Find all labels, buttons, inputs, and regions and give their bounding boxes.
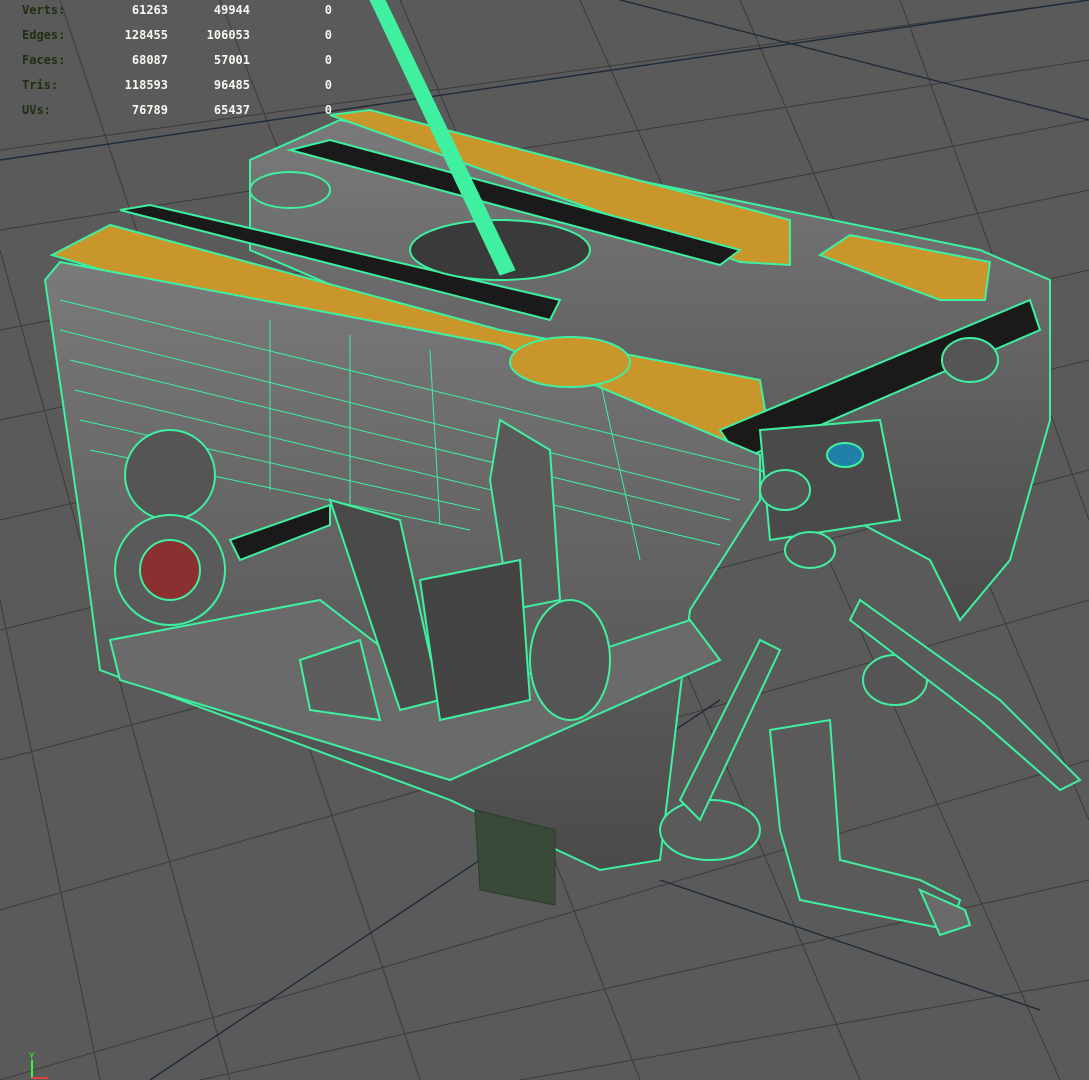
hud-value-components: 0 — [324, 3, 332, 17]
hud-value-selected: 57001 — [213, 53, 250, 67]
hud-label: Verts: — [22, 3, 66, 17]
hud-value-object: 68087 — [131, 53, 168, 67]
hud-value-object: 128455 — [124, 28, 168, 42]
viewport-scene[interactable] — [0, 0, 1089, 1080]
hud-value-components: 0 — [324, 53, 332, 67]
hud-value-selected: 49944 — [213, 3, 250, 17]
hud-label: Faces: — [22, 53, 66, 67]
hud-label: Edges: — [22, 28, 66, 42]
hud-value-components: 0 — [324, 28, 332, 42]
hud-label: Tris: — [22, 78, 59, 92]
3d-viewport[interactable]: Verts: 61263 49944 0 Edges: 128455 10605… — [0, 0, 1089, 1080]
hud-value-selected: 96485 — [213, 78, 250, 92]
hud-value-object: 76789 — [131, 103, 168, 117]
hud-value-components: 0 — [324, 103, 332, 117]
view-axis-indicator: Y — [28, 1052, 48, 1079]
y-axis-label: Y — [28, 1052, 35, 1062]
rov-model-wireframe[interactable] — [43, 0, 1082, 937]
hud-label: UVs: — [22, 103, 51, 117]
hud-value-object: 118593 — [124, 78, 168, 92]
hud-value-object: 61263 — [131, 3, 168, 17]
hud-value-selected: 65437 — [213, 103, 250, 117]
hud-value-selected: 106053 — [206, 28, 250, 42]
hud-value-components: 0 — [324, 78, 332, 92]
